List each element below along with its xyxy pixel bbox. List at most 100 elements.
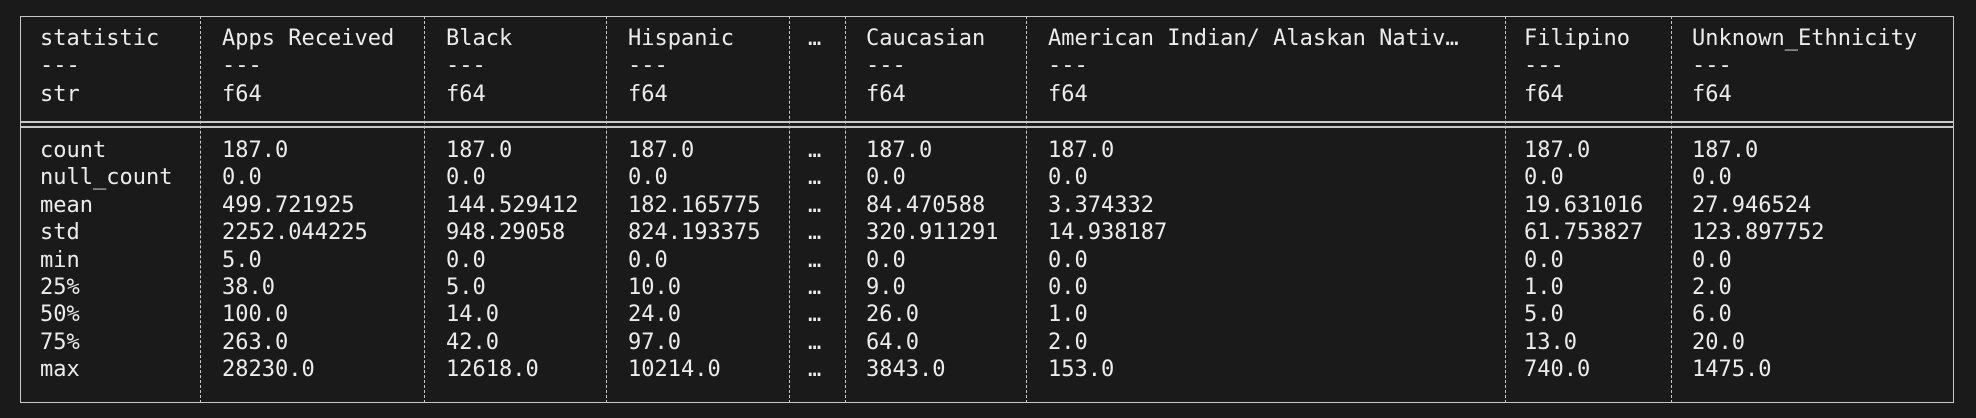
table-cell: 5.0: [1524, 302, 1564, 328]
table-cell: 27.946524: [1692, 192, 1812, 218]
header-rule: ---: [1692, 53, 1732, 78]
table-cell: 14.0: [446, 302, 499, 328]
table-cell: 0.0: [1048, 247, 1088, 273]
column-header: Caucasian: [866, 26, 986, 51]
table-cell: 0.0: [1692, 165, 1732, 191]
table-cell: 0.0: [866, 247, 906, 273]
table-cell: 64.0: [866, 329, 919, 355]
row-label: 25%: [40, 275, 80, 300]
table-cell: 42.0: [446, 329, 499, 355]
table-cell: 2.0: [1048, 329, 1088, 355]
table-cell: 0.0: [446, 165, 486, 191]
column-separator: [789, 16, 790, 403]
table-cell: 24.0: [628, 302, 681, 328]
column-dtype: f64: [1692, 82, 1732, 107]
column-unknown-ethnicity: Unknown_Ethnicity --- f64 187.0 0.0 27.946524…: [1692, 0, 1952, 418]
table-cell: …: [808, 165, 822, 191]
table-cell: 3.374332: [1048, 192, 1154, 218]
column-header: Black: [446, 26, 513, 51]
column-statistic: statistic --- str count null_count mean std min…: [40, 0, 190, 418]
column-caucasian: Caucasian --- f64 187.0 0.0 84.470588 320.9112…: [866, 0, 1016, 418]
header-rule: ---: [628, 53, 668, 78]
column-dtype: f64: [222, 82, 262, 107]
table-cell: 1.0: [1048, 302, 1088, 328]
table-cell: 19.631016: [1524, 192, 1644, 218]
table-cell: …: [808, 138, 822, 163]
table-cell: 14.938187: [1048, 220, 1168, 246]
column-header: Unknown_Ethnicity: [1692, 26, 1918, 51]
table-cell: 187.0: [628, 138, 695, 163]
table-cell: 187.0: [1524, 138, 1591, 163]
column-header: Apps Received: [222, 26, 395, 51]
table-cell: 320.911291: [866, 220, 999, 246]
column-separator: [606, 16, 607, 403]
column-dtype: f64: [628, 82, 668, 107]
column-dtype: f64: [1048, 82, 1088, 107]
table-cell: …: [808, 275, 822, 300]
table-cell: 0.0: [1048, 165, 1088, 191]
table-cell: 5.0: [446, 275, 486, 300]
table-cell: 0.0: [628, 165, 668, 191]
column-american-indian-alaskan-nativ: American Indian/ Alaskan Nativ… --- f64 187…: [1048, 0, 1493, 418]
column-ellipsis: …………………………: [808, 0, 838, 418]
table-cell: 5.0: [222, 247, 262, 273]
table-cell: 2252.044225: [222, 220, 368, 246]
column-dtype: f64: [446, 82, 486, 107]
table-cell: 187.0: [866, 138, 933, 163]
column-separator: [200, 16, 201, 403]
column-header: …: [808, 26, 822, 51]
table-cell: 187.0: [1692, 138, 1759, 163]
table-cell: 187.0: [1048, 138, 1115, 163]
table-cell: 0.0: [222, 165, 262, 191]
row-label: max: [40, 357, 80, 383]
column-header: Hispanic: [628, 26, 734, 51]
table-cell: 38.0: [222, 275, 275, 300]
table-cell: 12618.0: [446, 357, 539, 383]
column-dtype: f64: [1524, 82, 1564, 107]
column-header: Filipino: [1524, 26, 1630, 51]
row-label: null_count: [40, 165, 173, 191]
table-cell: …: [808, 247, 822, 273]
table-cell: 6.0: [1692, 302, 1732, 328]
row-label: std: [40, 220, 80, 246]
table-cell: 948.29058: [446, 220, 566, 246]
table-cell: 187.0: [446, 138, 513, 163]
row-label: count: [40, 138, 107, 163]
header-rule: ---: [222, 53, 262, 78]
table-cell: 28230.0: [222, 357, 315, 383]
column-filipino: Filipino --- f64 187.0 0.0 19.631016 61.753827…: [1524, 0, 1664, 418]
table-cell: 20.0: [1692, 329, 1745, 355]
column-dtype: str: [40, 82, 80, 107]
table-cell: 9.0: [866, 275, 906, 300]
table-cell: …: [808, 220, 822, 246]
header-rule: ---: [1048, 53, 1088, 78]
header-rule: ---: [866, 53, 906, 78]
column-separator: [1026, 16, 1027, 403]
table-cell: 0.0: [1524, 165, 1564, 191]
column-apps-received: Apps Received --- f64 187.0 0.0 499.721925 225…: [222, 0, 422, 418]
row-label: 50%: [40, 302, 80, 328]
table-cell: 0.0: [1524, 247, 1564, 273]
column-separator: [424, 16, 425, 403]
column-separator: [1671, 16, 1672, 403]
header-rule: ---: [40, 53, 80, 78]
table-cell: 3843.0: [866, 357, 946, 383]
table-cell: 153.0: [1048, 357, 1115, 383]
table-cell: 0.0: [1048, 275, 1088, 300]
table-cell: 144.529412: [446, 192, 579, 218]
table-cell: 10214.0: [628, 357, 721, 383]
table-cell: 499.721925: [222, 192, 355, 218]
table-cell: 1475.0: [1692, 357, 1772, 383]
column-dtype: f64: [866, 82, 906, 107]
row-label: 75%: [40, 329, 80, 355]
table-cell: 10.0: [628, 275, 681, 300]
table-cell: 740.0: [1524, 357, 1591, 383]
table-cell: 182.165775: [628, 192, 761, 218]
table-cell: 2.0: [1692, 275, 1732, 300]
table-cell: 0.0: [866, 165, 906, 191]
row-label: min: [40, 247, 80, 273]
table-cell: 263.0: [222, 329, 289, 355]
table-cell: 824.193375: [628, 220, 761, 246]
table-cell: …: [808, 302, 822, 328]
row-label: mean: [40, 192, 93, 218]
